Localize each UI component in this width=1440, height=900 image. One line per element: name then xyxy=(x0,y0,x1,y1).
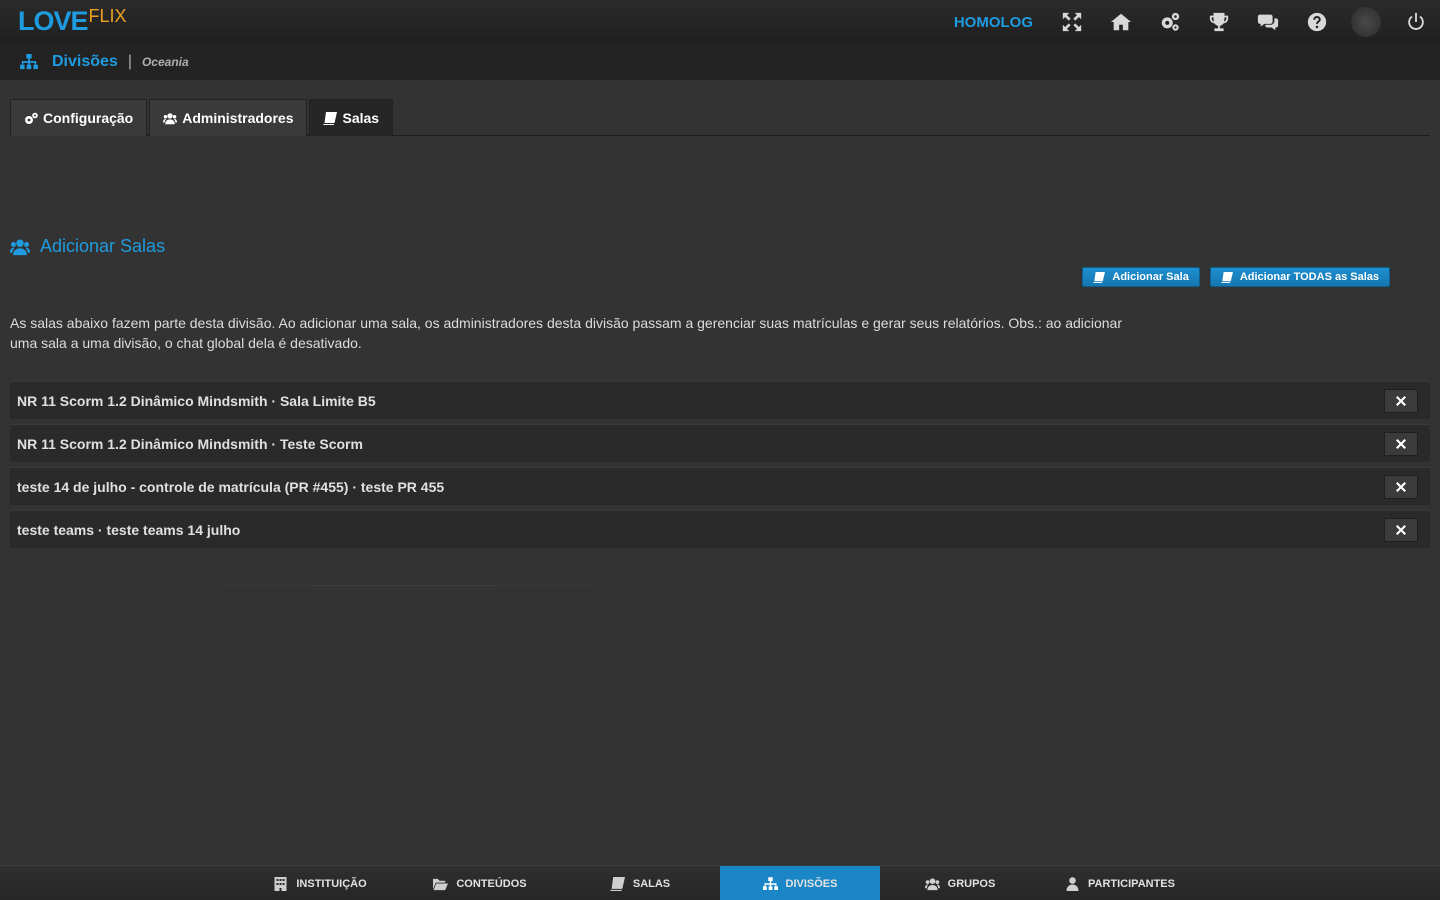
tab-label: Configuração xyxy=(43,110,134,126)
trophy-icon[interactable] xyxy=(1194,0,1243,44)
gears-icon xyxy=(25,112,38,124)
book-icon xyxy=(1093,271,1106,283)
close-icon xyxy=(1396,395,1406,406)
sitemap-icon xyxy=(762,876,778,890)
remove-room-button[interactable] xyxy=(1384,388,1418,413)
nav-item-divisoes[interactable]: DIVISÕES xyxy=(720,866,880,900)
avatar[interactable] xyxy=(1351,7,1381,37)
fullscreen-icon[interactable] xyxy=(1047,0,1096,44)
nav-label: DIVISÕES xyxy=(785,877,838,890)
sitemap-icon xyxy=(20,54,38,70)
add-room-label: Adicionar Sala xyxy=(1112,271,1189,283)
nav-item-grupos[interactable]: GRUPOS xyxy=(880,866,1040,900)
list-item: teste 14 de julho - controle de matrícul… xyxy=(10,467,1430,505)
nav-item-participantes[interactable]: PARTICIPANTES xyxy=(1040,866,1200,900)
bottom-nav: INSTITUIÇÃO CONTEÚDOS SALAS DIVISÕES GRU… xyxy=(0,865,1440,900)
tab-bar: Configuração Administradores Salas xyxy=(10,99,1430,136)
nav-label: PARTICIPANTES xyxy=(1088,877,1175,890)
nav-label: CONTEÚDOS xyxy=(456,877,527,890)
section-title: Adicionar Salas xyxy=(40,236,166,256)
list-item: NR 11 Scorm 1.2 Dinâmico Mindsmith · Sal… xyxy=(10,381,1430,419)
remove-room-button[interactable] xyxy=(1384,517,1418,542)
close-icon xyxy=(1396,481,1406,492)
room-list: NR 11 Scorm 1.2 Dinâmico Mindsmith · Sal… xyxy=(10,381,1430,553)
nav-item-conteudos[interactable]: CONTEÚDOS xyxy=(400,866,560,900)
users-icon xyxy=(163,112,178,124)
remove-room-button[interactable] xyxy=(1384,431,1418,456)
book-icon xyxy=(1221,271,1233,283)
remove-room-button[interactable] xyxy=(1384,474,1418,499)
room-name: NR 11 Scorm 1.2 Dinâmico Mindsmith · Sal… xyxy=(17,392,376,409)
room-name: teste 14 de julho - controle de matrícul… xyxy=(17,478,445,495)
tab-salas[interactable]: Salas xyxy=(309,99,394,136)
help-icon[interactable] xyxy=(1292,0,1341,44)
users-icon xyxy=(924,877,940,890)
list-item: NR 11 Scorm 1.2 Dinâmico Mindsmith · Tes… xyxy=(10,424,1430,462)
list-item: teste teams · teste teams 14 julho xyxy=(10,510,1430,548)
environment-label: HOMOLOG xyxy=(953,13,1033,31)
nav-label: INSTITUIÇÃO xyxy=(296,877,367,890)
add-all-rooms-label: Adicionar TODAS as Salas xyxy=(1239,271,1379,283)
tab-label: Salas xyxy=(342,110,380,126)
room-name: teste teams · teste teams 14 julho xyxy=(17,521,241,538)
top-header: LOVE FLIX HOMOLOG xyxy=(0,0,1440,44)
users-icon xyxy=(10,239,30,255)
close-icon xyxy=(1396,438,1406,449)
tab-administradores[interactable]: Administradores xyxy=(149,99,308,136)
building-icon xyxy=(274,876,287,891)
header-actions: HOMOLOG xyxy=(954,0,1440,44)
chat-icon[interactable] xyxy=(1243,0,1292,44)
breadcrumb-current: Oceania xyxy=(141,55,189,69)
nav-label: GRUPOS xyxy=(947,877,996,890)
folder-icon xyxy=(433,878,449,890)
room-name: NR 11 Scorm 1.2 Dinâmico Mindsmith · Tes… xyxy=(17,435,363,452)
tab-configuracao[interactable]: Configuração xyxy=(10,99,148,136)
nav-item-instituicao[interactable]: INSTITUIÇÃO xyxy=(240,866,400,900)
breadcrumb: Divisões | Oceania xyxy=(0,44,1440,80)
logo-primary: LOVE xyxy=(18,6,89,36)
book-icon xyxy=(610,876,625,891)
nav-label: SALAS xyxy=(632,877,671,890)
section-header: Adicionar Salas xyxy=(10,236,165,257)
settings-icon[interactable] xyxy=(1145,0,1194,44)
power-icon[interactable] xyxy=(1391,0,1440,44)
section-description: As salas abaixo fazem parte desta divisã… xyxy=(10,315,1123,351)
add-room-button[interactable]: Adicionar Sala xyxy=(1082,267,1200,287)
user-icon xyxy=(1066,876,1079,891)
page-title[interactable]: Divisões xyxy=(52,53,118,71)
breadcrumb-separator: | xyxy=(127,53,132,70)
home-icon[interactable] xyxy=(1096,0,1145,44)
logo[interactable]: LOVE FLIX xyxy=(18,6,127,38)
tab-label: Administradores xyxy=(182,110,294,126)
close-icon xyxy=(1396,524,1406,535)
nav-item-salas[interactable]: SALAS xyxy=(560,866,720,900)
add-all-rooms-button[interactable]: Adicionar TODAS as Salas xyxy=(1209,267,1390,287)
logo-secondary: FLIX xyxy=(88,6,127,26)
action-buttons: Adicionar Sala Adicionar TODAS as Salas xyxy=(1082,267,1390,287)
book-icon xyxy=(323,111,338,125)
divider xyxy=(95,585,720,586)
